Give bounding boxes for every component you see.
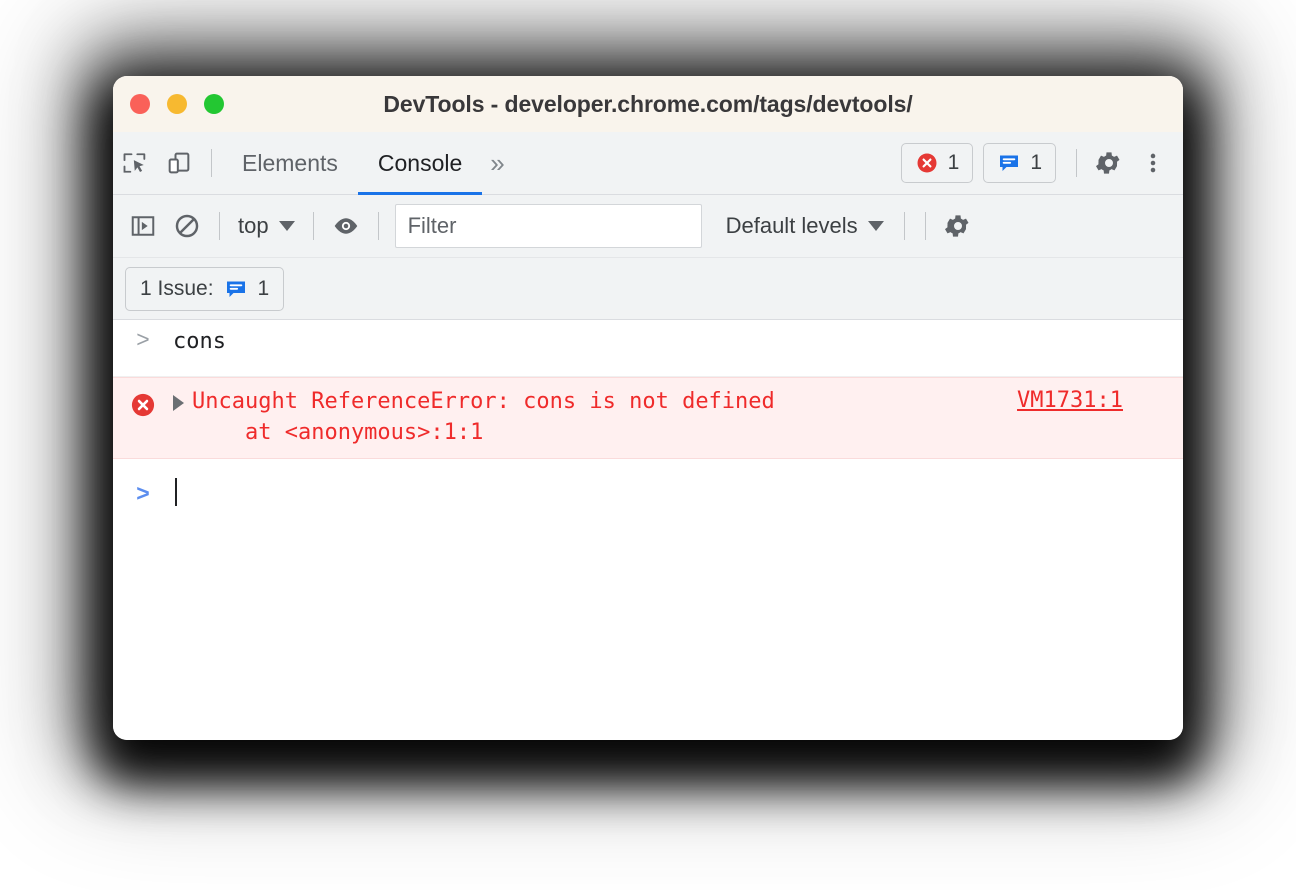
- console-filter-input[interactable]: Filter: [394, 204, 702, 248]
- error-circle-icon: [917, 153, 937, 173]
- error-source-link[interactable]: VM1731:1: [1017, 388, 1123, 413]
- text-cursor: [175, 478, 177, 506]
- device-toolbar-icon: [168, 152, 190, 174]
- toolbar-divider: [219, 212, 220, 240]
- tabbar-left-tools: Elements Console »: [113, 132, 513, 195]
- console-error-line-2: at <anonymous>:1:1: [192, 420, 484, 445]
- window-title: DevTools - developer.chrome.com/tags/dev…: [383, 90, 913, 117]
- prompt-chevron-icon: >: [136, 326, 150, 352]
- prompt-chevron-icon: >: [136, 479, 150, 506]
- message-gutter: [113, 386, 173, 419]
- issues-summary-count: 1: [257, 276, 270, 300]
- tab-elements[interactable]: Elements: [236, 132, 344, 194]
- console-input-message: > cons: [113, 320, 1183, 377]
- clear-console-icon: [175, 214, 199, 238]
- console-error-message[interactable]: Uncaught ReferenceError: cons is not def…: [113, 377, 1183, 459]
- tabbar-right-tools: 1 1: [900, 132, 1175, 194]
- issues-speech-bubble-icon: [1000, 155, 1019, 171]
- toggle-device-toolbar-button[interactable]: [157, 141, 201, 185]
- devtools-tabbar: Elements Console » 1 1: [113, 132, 1183, 195]
- log-levels-label: Default levels: [725, 213, 858, 238]
- toolbar-divider: [211, 149, 212, 177]
- console-settings-button[interactable]: [936, 204, 980, 248]
- console-error-body: Uncaught ReferenceError: cons is not def…: [192, 386, 775, 448]
- eye-icon: [334, 218, 357, 234]
- console-filter-placeholder: Filter: [407, 213, 457, 238]
- live-expression-button[interactable]: [324, 204, 368, 248]
- console-toolbar: top Filter Default levels: [113, 195, 1183, 258]
- console-sidebar-toggle-button[interactable]: [121, 204, 165, 248]
- execution-context-selector[interactable]: top: [230, 213, 303, 239]
- issues-count: 1: [1030, 151, 1042, 174]
- screenshot-stage: DevTools - developer.chrome.com/tags/dev…: [0, 0, 1296, 890]
- console-input-text: cons: [173, 329, 226, 354]
- toolbar-divider: [924, 212, 926, 240]
- tab-elements-label: Elements: [242, 149, 338, 176]
- clear-console-button[interactable]: [165, 204, 209, 248]
- window-titlebar: DevTools - developer.chrome.com/tags/dev…: [113, 76, 1183, 132]
- error-count: 1: [947, 151, 960, 174]
- message-gutter: >: [113, 326, 173, 351]
- gear-icon: [944, 215, 969, 237]
- issues-summary-button[interactable]: 1 Issue: 1: [125, 266, 285, 311]
- execution-context-label: top: [238, 213, 269, 238]
- message-gutter: >: [113, 480, 173, 505]
- kebab-menu-icon: [1150, 153, 1156, 173]
- tab-console-label: Console: [377, 149, 463, 176]
- inspect-element-icon: [123, 153, 146, 173]
- error-count-badge[interactable]: 1: [900, 143, 974, 183]
- log-levels-selector[interactable]: Default levels: [716, 213, 894, 239]
- toolbar-divider: [1076, 149, 1077, 177]
- more-tabs-button[interactable]: »: [482, 150, 512, 176]
- issues-bar: 1 Issue: 1: [113, 258, 1183, 320]
- main-menu-button[interactable]: [1131, 141, 1175, 185]
- toolbar-divider: [903, 212, 905, 240]
- window-traffic-lights: [130, 94, 224, 114]
- issues-speech-bubble-icon: [226, 281, 245, 297]
- settings-button[interactable]: [1087, 141, 1131, 185]
- inspect-element-button[interactable]: [113, 141, 157, 185]
- close-window-button[interactable]: [130, 94, 150, 114]
- toolbar-divider: [312, 212, 314, 240]
- console-message-list[interactable]: > cons Uncaught ReferenceError: cons is …: [113, 320, 1183, 740]
- minimize-window-button[interactable]: [167, 94, 187, 114]
- chevron-down-icon: [867, 221, 884, 231]
- chevron-down-icon: [278, 221, 295, 231]
- devtools-window: DevTools - developer.chrome.com/tags/dev…: [113, 76, 1183, 740]
- tab-console[interactable]: Console: [357, 132, 483, 195]
- console-error-line-1: Uncaught ReferenceError: cons is not def…: [192, 389, 775, 414]
- console-prompt-row[interactable]: >: [113, 459, 1183, 525]
- toolbar-divider: [377, 212, 379, 240]
- console-sidebar-icon: [131, 216, 155, 236]
- issues-count-badge[interactable]: 1: [983, 143, 1056, 183]
- error-circle-icon: [131, 393, 155, 417]
- expand-error-triangle-icon[interactable]: [173, 395, 184, 411]
- gear-icon: [1096, 152, 1120, 174]
- issues-summary-label: 1 Issue:: [140, 276, 214, 300]
- maximize-window-button[interactable]: [204, 94, 224, 114]
